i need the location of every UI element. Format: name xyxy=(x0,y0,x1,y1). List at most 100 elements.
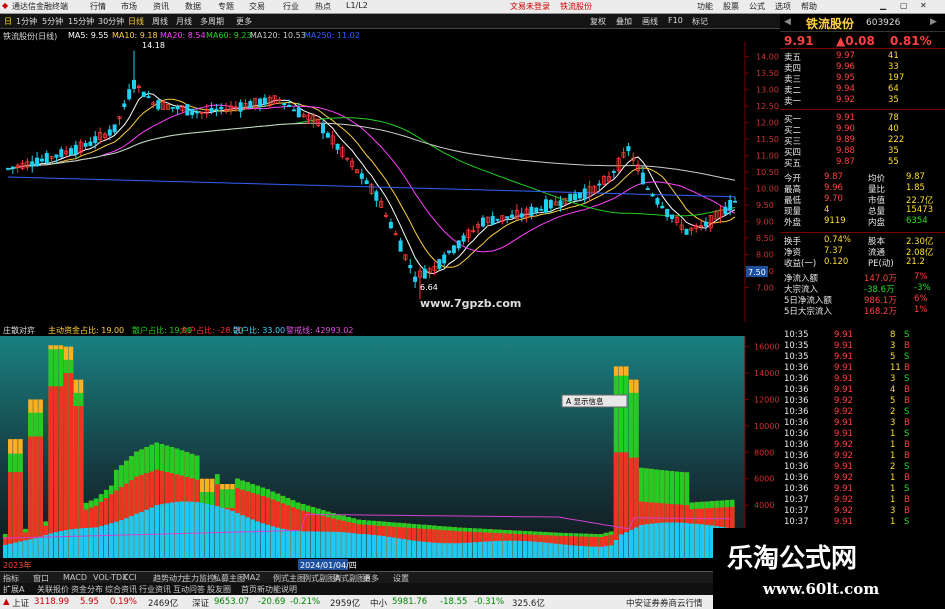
price-tick-label: 12.50 xyxy=(756,102,779,111)
quote-row: 今开 9.87 均价 9.87 xyxy=(780,172,945,184)
indicator-tick-label: 10000 xyxy=(754,422,779,431)
tab-2[interactable]: 关联报价 xyxy=(37,584,69,595)
ask-price: 9.94 xyxy=(836,84,855,94)
menu-item[interactable]: 股票 xyxy=(723,1,739,12)
tab-13[interactable]: 更多 xyxy=(363,573,379,583)
indicator-bar-cyan xyxy=(502,540,508,558)
index-name[interactable]: 中小 xyxy=(370,597,387,609)
tool-button[interactable]: 复权 xyxy=(590,16,606,27)
period-tab[interactable]: 5分钟 xyxy=(42,16,63,27)
menu-item[interactable]: 资讯 xyxy=(153,1,169,12)
indicator-bar-cyan xyxy=(598,546,604,558)
indicator-name[interactable]: 庄散对弈 xyxy=(3,325,35,336)
menu-item[interactable]: 行情 xyxy=(90,1,106,12)
period-tab[interactable]: 周线 xyxy=(152,16,168,27)
tab-5[interactable]: 行业资讯 xyxy=(139,584,171,595)
indicator-bar-cyan xyxy=(336,531,341,558)
period-tab[interactable]: 多周期 xyxy=(200,16,224,27)
index-pct: -0.31% xyxy=(474,597,505,607)
indicator-bar-cyan xyxy=(416,541,422,558)
menu-item[interactable]: 行业 xyxy=(283,1,299,12)
indicator-bar-cyan xyxy=(361,534,366,558)
tab-10[interactable]: 例式主图 xyxy=(273,573,305,583)
next-stock-icon[interactable]: ▶ xyxy=(930,17,937,27)
indicator-chart[interactable]: 16000 14000 12000 10000 8000 6000 4000 2023年 2… xyxy=(0,336,780,571)
candle-down xyxy=(335,143,340,150)
tool-button[interactable]: 叠加 xyxy=(616,16,632,27)
period-tab-active[interactable]: 日线 xyxy=(128,16,144,27)
price-chart[interactable]: 14.00 13.50 13.00 12.50 12.00 11.50 11.00 10.50… xyxy=(0,42,780,322)
tab-8[interactable]: 私募主图 xyxy=(213,573,245,583)
tick-list[interactable]: 10:35 9.91 8 S 10:35 9.91 3 B 10:35 9.91 5 S 10:36 9.… xyxy=(780,330,945,530)
tick-side: B xyxy=(904,385,910,395)
tab-3[interactable]: MACD xyxy=(63,573,87,582)
minimize-icon[interactable]: ▁ xyxy=(880,1,886,10)
tick-price: 9.92 xyxy=(834,506,853,516)
candle-down xyxy=(112,124,117,133)
tab-2[interactable]: 窗口 xyxy=(33,573,49,583)
menu-item[interactable]: 公式 xyxy=(749,1,765,12)
tab-6[interactable]: 趋势动力 xyxy=(153,573,185,583)
tab-5[interactable]: CCI xyxy=(123,573,137,582)
ma250-label: MA250: 11.02 xyxy=(304,31,360,40)
menu-item[interactable]: 市场 xyxy=(121,1,137,12)
period-tab[interactable]: 1分钟 xyxy=(16,16,37,27)
stock-code: 603926 xyxy=(866,18,901,28)
menu-item[interactable]: 数据 xyxy=(185,1,201,12)
tab-3[interactable]: 资金分布 xyxy=(71,584,103,595)
period-tab[interactable]: 15分钟 xyxy=(68,16,94,27)
price-change: ▲0.08 xyxy=(836,34,875,48)
prev-stock-icon[interactable]: ◀ xyxy=(784,17,791,27)
tab-6[interactable]: 互动问答 xyxy=(173,584,205,595)
indicator-bar-cyan xyxy=(618,534,624,558)
index-name[interactable]: 上证 xyxy=(12,597,29,609)
menu-item[interactable]: L1/L2 xyxy=(346,1,368,10)
quote-stock-link[interactable]: 铁流股份 xyxy=(560,1,592,12)
tab-1[interactable]: 指标 xyxy=(3,573,19,583)
flow-pct: 1% xyxy=(914,305,928,315)
candle-down xyxy=(30,161,35,167)
indicator-bar-cyan xyxy=(563,544,568,558)
tab-7[interactable]: 股友圈 xyxy=(207,584,231,595)
indicator-bar-cyan xyxy=(230,511,235,558)
candle-down xyxy=(728,199,733,211)
menu-item[interactable]: 功能 xyxy=(697,1,713,12)
menu-item[interactable]: 专题 xyxy=(218,1,234,12)
tab-8[interactable]: 首页新功能说明 xyxy=(241,584,297,595)
candle-down xyxy=(519,213,524,218)
tab-14[interactable]: 设置 xyxy=(393,573,409,583)
tool-button[interactable]: 画线 xyxy=(642,16,658,27)
period-tab[interactable]: 30分钟 xyxy=(98,16,124,27)
period-tab[interactable]: 月线 xyxy=(176,16,192,27)
menu-item[interactable]: 选项 xyxy=(775,1,791,12)
indicator-bar-cyan xyxy=(73,528,79,558)
candle-down xyxy=(665,208,670,217)
tool-button[interactable]: F10 xyxy=(668,16,683,25)
period-tab[interactable]: 日 xyxy=(4,16,12,27)
tick-time: 10:37 xyxy=(784,517,809,527)
indicator-bar-cyan xyxy=(28,539,33,558)
trade-login-link[interactable]: 文易未登录 xyxy=(510,1,550,12)
quote-row: 10:36 9.91 4 B xyxy=(780,385,945,396)
period-tab[interactable]: 更多 xyxy=(236,16,252,27)
candle-down xyxy=(146,96,151,98)
index-name[interactable]: 深证 xyxy=(192,597,209,609)
tick-price: 9.92 xyxy=(834,407,853,417)
indicator-bar-cyan xyxy=(169,502,175,558)
tab-4[interactable]: 综合资讯 xyxy=(105,584,137,595)
tab-7[interactable]: 主力监控 xyxy=(183,573,215,583)
tab-9[interactable]: MA2 xyxy=(243,573,260,582)
menu-item[interactable]: 帮助 xyxy=(801,1,817,12)
menu-item[interactable]: 热点 xyxy=(315,1,331,12)
menu-item[interactable]: 交易 xyxy=(249,1,265,12)
maximize-icon[interactable]: ▢ xyxy=(900,1,908,10)
close-icon[interactable]: ✕ xyxy=(920,1,927,10)
tick-side: S xyxy=(904,330,910,340)
ask-volume: 35 xyxy=(888,95,899,105)
indicator-bar-cyan xyxy=(68,529,74,558)
tool-button[interactable]: 标记 xyxy=(692,16,708,27)
indicator-bar-cyan xyxy=(351,533,356,558)
tab-1[interactable]: 扩展A xyxy=(3,584,24,595)
candle-down xyxy=(122,103,127,107)
candle-down xyxy=(442,254,447,264)
